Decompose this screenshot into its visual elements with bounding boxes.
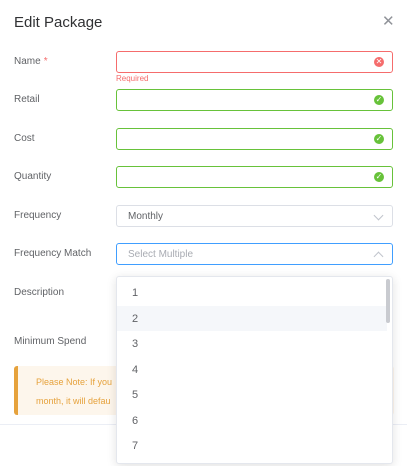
name-input[interactable]: ✕ — [116, 51, 393, 73]
retail-label: Retail — [14, 94, 40, 105]
error-circle-icon: ✕ — [374, 57, 384, 67]
dropdown-option[interactable]: 2 — [117, 306, 387, 331]
minimum-spend-label: Minimum Spend — [14, 336, 87, 347]
dropdown-scrollbar[interactable] — [386, 279, 390, 323]
dropdown-option[interactable]: 1 — [117, 280, 387, 305]
option-label: 6 — [132, 415, 139, 427]
note-line-1: Please Note: If you — [36, 377, 113, 387]
name-error-message: Required — [116, 74, 149, 83]
cost-input[interactable]: ✓ — [116, 128, 393, 150]
dropdown-option[interactable]: 7 — [117, 433, 387, 458]
frequency-label: Frequency — [14, 210, 62, 221]
quantity-input[interactable]: ✓ — [116, 166, 393, 188]
dialog-header: Edit Package ✕ — [0, 0, 407, 44]
option-label: 7 — [132, 440, 139, 452]
cost-label: Cost — [14, 133, 35, 144]
name-label-text: Name — [14, 56, 41, 67]
frequency-match-select[interactable]: Select Multiple — [116, 243, 393, 265]
dropdown-option[interactable]: 6 — [117, 408, 387, 433]
option-label: 4 — [132, 364, 139, 376]
chevron-up-icon — [373, 251, 384, 262]
frequency-match-dropdown: 1 2 3 4 5 6 7 — [116, 276, 393, 464]
dialog-title: Edit Package — [14, 14, 103, 31]
required-mark: * — [43, 56, 48, 67]
close-icon[interactable]: ✕ — [382, 14, 395, 29]
frequency-value: Monthly — [128, 211, 164, 222]
check-circle-icon: ✓ — [374, 95, 384, 105]
retail-input[interactable]: ✓ — [116, 89, 393, 111]
dropdown-option[interactable]: 5 — [117, 382, 387, 407]
name-label: Name * — [14, 56, 48, 67]
quantity-label: Quantity — [14, 171, 52, 182]
note-line-2: month, it will defau — [36, 396, 111, 406]
option-label: 5 — [132, 389, 139, 401]
option-label: 1 — [132, 287, 139, 299]
option-label: 2 — [132, 313, 139, 325]
dropdown-option[interactable]: 4 — [117, 357, 387, 382]
dropdown-option[interactable]: 3 — [117, 331, 387, 356]
frequency-match-placeholder: Select Multiple — [128, 249, 194, 260]
frequency-select[interactable]: Monthly — [116, 205, 393, 227]
check-circle-icon: ✓ — [374, 134, 384, 144]
chevron-down-icon — [373, 210, 384, 221]
description-label: Description — [14, 287, 65, 298]
check-circle-icon: ✓ — [374, 172, 384, 182]
frequency-match-label: Frequency Match — [14, 248, 92, 259]
option-label: 3 — [132, 338, 139, 350]
